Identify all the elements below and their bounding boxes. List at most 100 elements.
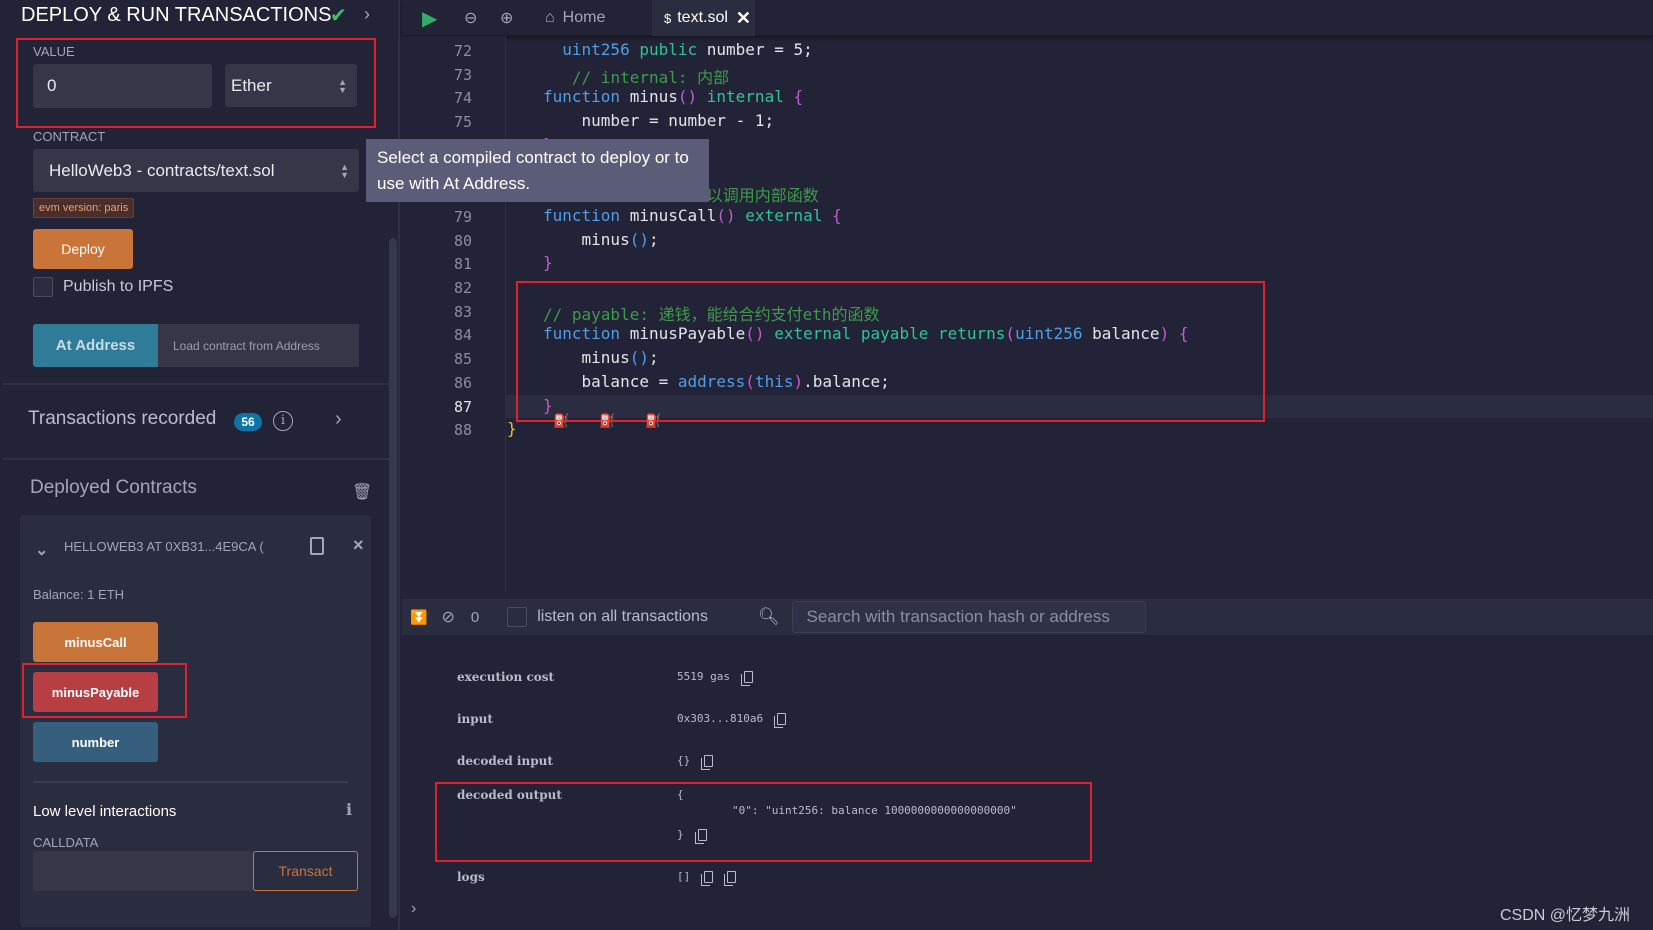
publish-ipfs-label: Publish to IPFS	[63, 278, 174, 295]
close-icon[interactable]: ✕	[736, 8, 751, 29]
terminal-toolbar: ⏬ ⊘ 0 listen on all transactions 🔍︎ Sear…	[402, 599, 1653, 635]
tooltip: Select a compiled contract to deploy or …	[366, 139, 709, 202]
code-token: minusCall	[620, 205, 717, 225]
search-icon: 🔍︎	[757, 607, 780, 626]
line-number: 81	[453, 255, 472, 274]
highlight-box	[516, 281, 1265, 422]
code-line: }	[543, 253, 553, 272]
code-token: }	[543, 253, 553, 273]
terminal-value-cell: {}	[677, 754, 714, 770]
copy-icon[interactable]	[701, 871, 714, 886]
terminal-value-cell: 0x303...810a6	[677, 712, 787, 728]
clear-icon[interactable]: ⊘	[441, 607, 454, 627]
unit-select[interactable]: Ether ▲ ▼	[225, 64, 357, 107]
line-number: 80	[453, 231, 472, 250]
tab-label: Home	[562, 9, 606, 26]
code-line: function minusCall() external {	[543, 206, 842, 225]
line-number: 84	[453, 326, 472, 345]
code-token: external	[745, 205, 823, 225]
code-line: // internal: 内部	[543, 64, 729, 88]
code-line: minus();	[543, 230, 659, 249]
line-number: 85	[453, 350, 472, 369]
code-line: uint256 public number = 5;	[543, 40, 812, 59]
deploy-button[interactable]: Deploy	[33, 229, 133, 269]
divider	[33, 781, 348, 783]
divider	[3, 458, 390, 460]
info-icon[interactable]: i	[273, 411, 293, 431]
highlight-box	[435, 782, 1092, 862]
panel-title: DEPLOY & RUN TRANSACTIONS	[21, 4, 332, 26]
line-number: 79	[453, 207, 472, 226]
terminal-value: []	[677, 870, 691, 883]
chevron-right-icon[interactable]: ›	[335, 408, 342, 431]
zoom-out-icon[interactable]: ⊖	[464, 0, 477, 36]
trash-icon[interactable]: 🗑	[352, 482, 372, 502]
contract-instance: ⌄ HELLOWEB3 AT 0XB31...4E9CA ( × Balance…	[20, 515, 371, 927]
chevron-right-icon[interactable]: ›	[364, 4, 370, 25]
value-input[interactable]: 0	[33, 64, 212, 108]
terminal-key: logs	[457, 870, 485, 884]
terminal-value: 0x303...810a6	[677, 712, 764, 725]
load-address-input[interactable]: Load contract from Address	[158, 324, 359, 367]
copy-icon[interactable]	[774, 713, 787, 728]
listen-checkbox[interactable]	[507, 607, 528, 627]
copy-icon[interactable]	[740, 671, 753, 686]
run-icon[interactable]: ▶	[422, 0, 437, 36]
code-token: ()	[677, 87, 698, 107]
line-number: 86	[453, 373, 472, 392]
zoom-in-icon[interactable]: ⊕	[500, 0, 513, 36]
copy-icon[interactable]	[724, 871, 737, 886]
value-label: VALUE	[33, 44, 75, 59]
copy-icon[interactable]	[701, 755, 714, 770]
line-number: 75	[453, 113, 472, 132]
editor-tab-bar: ▶ ⊖ ⊕ ⌂ Home $ text.sol ✕	[402, 0, 1653, 36]
code-token: internal	[706, 87, 784, 107]
contract-label: CONTRACT	[33, 129, 106, 144]
calldata-label: CALLDATA	[33, 835, 99, 850]
home-icon: ⌂	[545, 9, 555, 26]
copy-icon[interactable]	[310, 537, 324, 555]
calldata-input[interactable]	[33, 851, 253, 891]
function-button-number[interactable]: number	[33, 722, 158, 762]
code-token: number = number - 1;	[543, 111, 775, 131]
search-input[interactable]: Search with transaction hash or address	[791, 601, 1146, 633]
at-address-button[interactable]: At Address	[33, 324, 158, 367]
info-icon[interactable]: i	[346, 800, 352, 819]
scrollbar[interactable]	[389, 238, 397, 918]
updown-icon: ▲ ▼	[338, 76, 347, 95]
deployed-contracts-label: Deployed Contracts	[30, 477, 197, 498]
evm-version-badge: evm version: paris	[33, 198, 135, 218]
code-token: minus	[543, 229, 630, 249]
terminal-value: {}	[677, 754, 691, 767]
transact-button[interactable]: Transact	[253, 851, 358, 891]
tab-home[interactable]: ⌂ Home	[545, 0, 605, 36]
code-token: }	[507, 419, 517, 439]
line-number: 72	[453, 42, 472, 60]
function-button-minusCall[interactable]: minusCall	[33, 622, 158, 662]
code-line: function minus() internal {	[543, 87, 803, 106]
line-number: 88	[453, 421, 472, 440]
prompt-chevron-icon[interactable]: ›	[411, 900, 416, 918]
contract-value: HelloWeb3 - contracts/text.sol	[49, 160, 275, 180]
terminal-key: input	[457, 712, 493, 726]
watermark: CSDN @忆梦九洲	[1500, 907, 1631, 924]
line-number: 73	[453, 65, 472, 84]
tab-text-sol[interactable]: $ text.sol ✕	[652, 0, 755, 36]
chevron-down-icon[interactable]: ⌄	[35, 540, 48, 560]
publish-ipfs-checkbox[interactable]	[33, 277, 53, 297]
close-icon[interactable]: ×	[353, 535, 364, 556]
collapse-icon[interactable]: ⏬	[410, 609, 427, 626]
contract-select[interactable]: HelloWeb3 - contracts/text.sol ▲ ▼	[33, 149, 359, 192]
code-token: // internal: 内部	[571, 67, 730, 87]
updown-icon: ▲ ▼	[340, 161, 349, 180]
code-token: 以调用内部函数	[706, 186, 819, 206]
code-token: uint256	[562, 40, 630, 59]
code-line: }	[507, 419, 517, 438]
solidity-icon: $	[664, 10, 672, 26]
code-token: {	[793, 87, 804, 107]
